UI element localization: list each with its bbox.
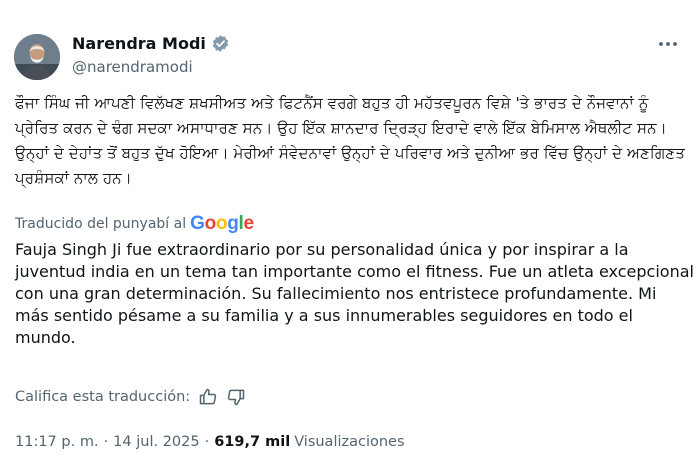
more-options-button[interactable] <box>656 34 680 54</box>
tweet-original-text: ਫੌਜਾ ਸਿੰਘ ਜੀ ਆਪਣੀ ਵਿਲੱਖਣ ਸ਼ਖਸੀਅਤ ਅਤੇ ਫਿਟ… <box>15 94 685 187</box>
views-label: Visualizaciones <box>294 434 405 450</box>
google-logo: Google <box>190 213 254 234</box>
tweet-date[interactable]: 14 jul. 2025 <box>113 434 199 450</box>
translated-by-label: Traducido del punyabí al <box>15 216 187 232</box>
tweet-meta: 11:17 p. m. · 14 jul. 2025 · 619,7 mil V… <box>15 434 405 450</box>
tweet-time[interactable]: 11:17 p. m. <box>15 434 99 450</box>
avatar[interactable] <box>14 34 60 80</box>
rate-translation-label: Califica esta traducción: <box>15 389 191 405</box>
author-name-text: Narendra Modi <box>72 34 206 53</box>
tweet-translated-text: Fauja Singh Ji fue extraordinario por su… <box>15 240 694 347</box>
author-handle[interactable]: @narendramodi <box>72 58 193 76</box>
thumbs-up-icon[interactable] <box>198 387 218 407</box>
translation-attribution: Traducido del punyabí al Google <box>15 213 254 235</box>
views-count: 619,7 mil <box>214 434 291 450</box>
rate-translation-row: Califica esta traducción: <box>15 387 246 407</box>
verified-badge-icon <box>211 34 230 53</box>
separator-dot: · <box>103 434 109 450</box>
more-options-icon <box>659 42 677 46</box>
thumbs-down-icon[interactable] <box>226 387 246 407</box>
avatar-image <box>14 34 60 80</box>
separator-dot: · <box>204 434 210 450</box>
author-name[interactable]: Narendra Modi <box>72 34 230 53</box>
